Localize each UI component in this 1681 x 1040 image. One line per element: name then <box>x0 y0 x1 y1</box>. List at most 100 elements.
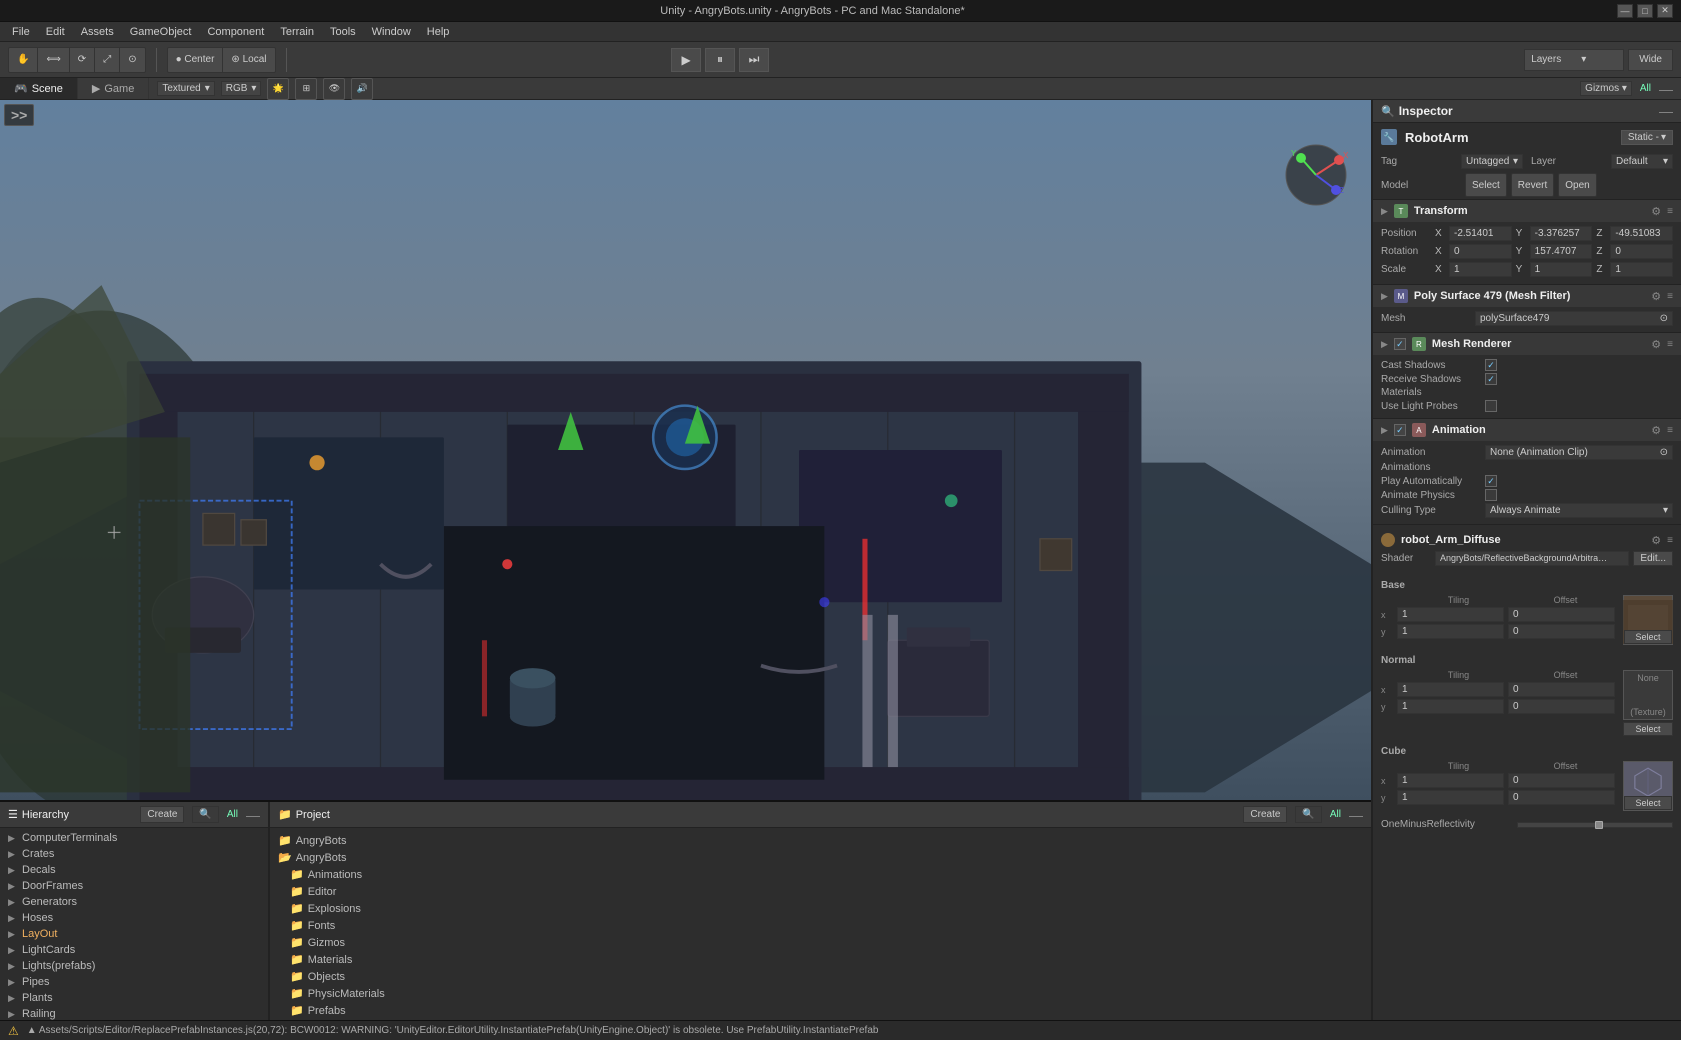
rotate-tool[interactable]: ⟳ <box>70 48 95 72</box>
hier-item-pipes[interactable]: Pipes <box>0 974 268 990</box>
rotation-y-input[interactable]: 157.4707 <box>1530 244 1593 259</box>
transform-component-header[interactable]: ▶ T Transform ⚙ ≡ <box>1373 199 1681 222</box>
proj-item-gizmos[interactable]: 📁 Gizmos <box>270 934 1371 951</box>
base-x-tile-input[interactable]: 1 <box>1397 607 1504 622</box>
expand-button[interactable]: >> <box>4 104 34 126</box>
hier-item-railing[interactable]: Railing <box>0 1006 268 1020</box>
scene-opt-3[interactable]: 👁 <box>323 78 345 100</box>
animate-physics-check[interactable] <box>1485 489 1497 501</box>
menu-file[interactable]: File <box>4 24 38 40</box>
hier-item-lights[interactable]: Lights(prefabs) <box>0 958 268 974</box>
animation-gear[interactable]: ⚙ <box>1651 424 1661 437</box>
menu-window[interactable]: Window <box>364 24 419 40</box>
proj-item-physicmaterials[interactable]: 📁 PhysicMaterials <box>270 985 1371 1002</box>
cube-x-tile-input[interactable]: 1 <box>1397 773 1504 788</box>
menu-edit[interactable]: Edit <box>38 24 73 40</box>
hierarchy-search[interactable]: 🔍 <box>192 806 218 823</box>
scene-opt-4[interactable]: 🔊 <box>351 78 373 100</box>
rotation-x-input[interactable]: 0 <box>1449 244 1512 259</box>
base-y-tile-input[interactable]: 1 <box>1397 624 1504 639</box>
rect-tool[interactable]: ⊙ <box>120 48 144 72</box>
gizmos-dropdown[interactable]: Gizmos ▾ <box>1580 81 1632 96</box>
wide-button[interactable]: Wide <box>1628 49 1673 71</box>
position-y-input[interactable]: -3.376257 <box>1530 226 1593 241</box>
hier-item-doorFrames[interactable]: DoorFrames <box>0 878 268 894</box>
step-button[interactable]: ⏭ <box>739 48 769 72</box>
inspector-collapse-btn[interactable]: — <box>1659 104 1673 118</box>
normal-y-off-input[interactable]: 0 <box>1508 699 1615 714</box>
shader-dropdown[interactable]: AngryBots/ReflectiveBackgroundArbitraryG… <box>1435 551 1629 566</box>
hier-item-layout[interactable]: LayOut <box>0 926 268 942</box>
receive-shadows-check[interactable] <box>1485 373 1497 385</box>
culling-type-value[interactable]: Always Animate ▾ <box>1485 503 1673 518</box>
one-minus-reflectivity-slider[interactable] <box>1517 822 1673 828</box>
hier-item-computerTerminals[interactable]: ComputerTerminals <box>0 830 268 846</box>
animation-enabled[interactable] <box>1394 424 1406 436</box>
play-button[interactable]: ▶ <box>671 48 701 72</box>
project-collapse-btn[interactable]: — <box>1349 808 1363 822</box>
proj-item-materials[interactable]: 📁 Materials <box>270 951 1371 968</box>
move-tool[interactable]: ⟺ <box>38 48 69 72</box>
polysurf-component-header[interactable]: ▶ M Poly Surface 479 (Mesh Filter) ⚙ ≡ <box>1373 284 1681 307</box>
cube-x-off-input[interactable]: 0 <box>1508 773 1615 788</box>
meshrenderer-header[interactable]: ▶ R Mesh Renderer ⚙ ≡ <box>1373 332 1681 355</box>
proj-item-animations[interactable]: 📁 Animations <box>270 866 1371 883</box>
shader-edit-btn[interactable]: Edit... <box>1633 551 1673 566</box>
hier-item-generators[interactable]: Generators <box>0 894 268 910</box>
play-automatically-check[interactable] <box>1485 475 1497 487</box>
proj-item-prefabs[interactable]: 📁 Prefabs <box>270 1002 1371 1019</box>
local-button[interactable]: ⊛ Local <box>223 48 274 72</box>
model-open-btn[interactable]: Open <box>1558 173 1596 197</box>
cube-y-tile-input[interactable]: 1 <box>1397 790 1504 805</box>
textured-dropdown[interactable]: Textured▾ <box>157 81 214 96</box>
scale-z-input[interactable]: 1 <box>1610 262 1673 277</box>
hier-item-hoses[interactable]: Hoses <box>0 910 268 926</box>
meshrenderer-gear[interactable]: ⚙ <box>1651 338 1661 351</box>
base-select-btn[interactable]: Select <box>1624 630 1672 644</box>
cube-texture-thumb[interactable]: Select <box>1623 761 1673 811</box>
maximize-button[interactable]: □ <box>1637 4 1653 18</box>
mesh-value[interactable]: polySurface479 ⊙ <box>1475 311 1673 326</box>
scale-x-input[interactable]: 1 <box>1449 262 1512 277</box>
scene-view[interactable]: X Y Z >> <box>0 100 1371 800</box>
cast-shadows-check[interactable] <box>1485 359 1497 371</box>
proj-item-editor[interactable]: 📁 Editor <box>270 883 1371 900</box>
project-create-btn[interactable]: Create <box>1243 806 1287 823</box>
rotation-z-input[interactable]: 0 <box>1610 244 1673 259</box>
rgb-dropdown[interactable]: RGB▾ <box>221 81 262 96</box>
menu-gameobject[interactable]: GameObject <box>122 24 200 40</box>
normal-y-tile-input[interactable]: 1 <box>1397 699 1504 714</box>
close-button[interactable]: ✕ <box>1657 4 1673 18</box>
proj-item-angrybots2[interactable]: 📂 AngryBots <box>270 849 1371 866</box>
scale-y-input[interactable]: 1 <box>1530 262 1593 277</box>
proj-item-objects[interactable]: 📁 Objects <box>270 968 1371 985</box>
cube-select-btn[interactable]: Select <box>1624 796 1672 810</box>
scale-tool[interactable]: ⤢ <box>95 48 120 72</box>
proj-item-angrybots1[interactable]: 📁 AngryBots <box>270 832 1371 849</box>
minimize-button[interactable]: — <box>1617 4 1633 18</box>
transform-gear[interactable]: ⚙ <box>1651 205 1661 218</box>
menu-component[interactable]: Component <box>199 24 272 40</box>
menu-help[interactable]: Help <box>419 24 458 40</box>
proj-item-fonts[interactable]: 📁 Fonts <box>270 917 1371 934</box>
animation-clip-value[interactable]: None (Animation Clip) ⊙ <box>1485 445 1673 460</box>
base-x-off-input[interactable]: 0 <box>1508 607 1615 622</box>
normal-texture-thumb[interactable]: None (Texture) <box>1623 670 1673 720</box>
normal-select-btn[interactable]: Select <box>1623 722 1673 736</box>
position-x-input[interactable]: -2.51401 <box>1449 226 1512 241</box>
base-texture-thumb[interactable]: Select <box>1623 595 1673 645</box>
project-search[interactable]: 🔍 <box>1295 806 1321 823</box>
navigation-gizmo[interactable]: X Y Z <box>1281 140 1351 210</box>
model-select-btn[interactable]: Select <box>1465 173 1507 197</box>
position-z-input[interactable]: -49.51083 <box>1610 226 1673 241</box>
tab-game[interactable]: ▶ Game <box>78 78 149 99</box>
normal-x-off-input[interactable]: 0 <box>1508 682 1615 697</box>
proj-item-explosions[interactable]: 📁 Explosions <box>270 900 1371 917</box>
center-button[interactable]: ● Center <box>168 48 224 72</box>
menu-tools[interactable]: Tools <box>322 24 364 40</box>
hand-tool[interactable]: ✋ <box>9 48 38 72</box>
use-light-probes-check[interactable] <box>1485 400 1497 412</box>
polysurf-gear[interactable]: ⚙ <box>1651 290 1661 303</box>
hier-item-plants[interactable]: Plants <box>0 990 268 1006</box>
meshrenderer-enabled[interactable] <box>1394 338 1406 350</box>
